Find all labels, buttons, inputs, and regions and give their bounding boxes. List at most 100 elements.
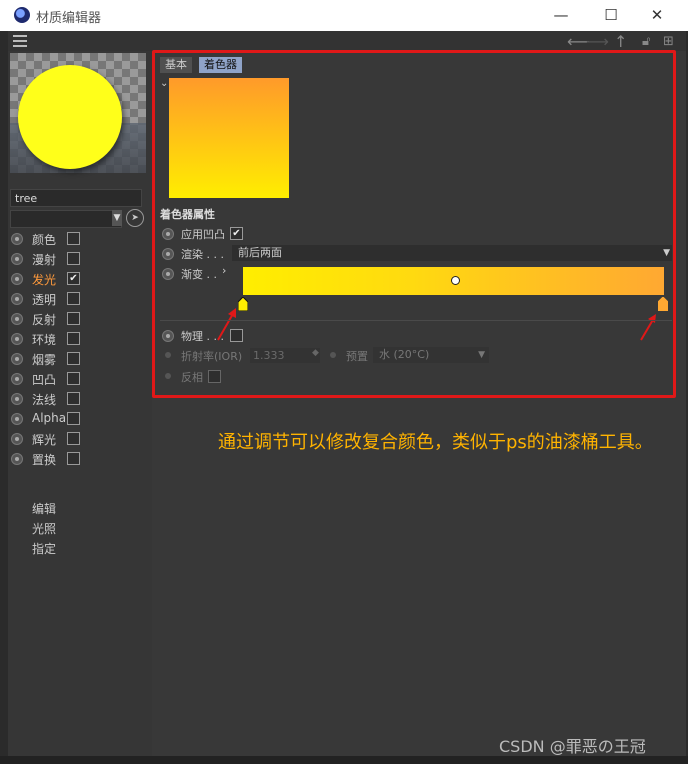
channel-item[interactable]: 凹凸 [8, 369, 152, 389]
channel-item[interactable]: 透明 [8, 289, 152, 309]
window-title: 材质编辑器 [36, 11, 102, 26]
channel-label[interactable]: 透明 [32, 291, 56, 308]
channel-checkbox[interactable] [67, 352, 80, 365]
channel-item[interactable]: 颜色 [8, 229, 152, 249]
maximize-button[interactable]: ☐ [591, 4, 631, 26]
channel-edit[interactable]: 编辑 [32, 500, 56, 517]
invert-label: 反相 [181, 371, 203, 384]
channel-item[interactable]: 辉光 [8, 429, 152, 449]
render-mode-select[interactable]: 前后两面 ▼ [232, 245, 672, 261]
gradient-expand-icon[interactable]: › [222, 264, 226, 277]
forward-arrow-icon[interactable]: ⟶ [586, 32, 609, 51]
channel-checkbox[interactable] [67, 452, 80, 465]
gradient-midpoint-handle[interactable] [451, 276, 460, 285]
preset-value: 水 (20°C) [379, 348, 430, 361]
channel-assign[interactable]: 指定 [32, 540, 56, 557]
menu-icon[interactable] [13, 35, 27, 47]
ior-label: 折射率(IOR) [181, 350, 243, 363]
channel-radio[interactable] [11, 433, 23, 445]
channel-item[interactable]: 反射 [8, 309, 152, 329]
ior-input[interactable]: 1.333 [250, 348, 320, 363]
channel-label[interactable]: 辉光 [32, 431, 56, 448]
channel-checkbox[interactable] [67, 392, 80, 405]
use-bump-animate-radio[interactable] [162, 228, 174, 240]
lock-icon[interactable]: 🔓︎ [642, 34, 650, 49]
channel-item[interactable]: 烟雾 [8, 349, 152, 369]
channel-checkbox[interactable] [67, 292, 80, 305]
ior-stepper-icon[interactable]: ◆ [312, 348, 319, 358]
chevron-down-icon: ▼ [478, 350, 485, 360]
channel-radio[interactable] [11, 253, 23, 265]
editor-toolbar: ⟵ ⟶ ↑ 🔓︎ ⊞ [8, 31, 686, 51]
channel-radio[interactable] [11, 333, 23, 345]
invert-animate-dot [165, 373, 171, 379]
gradient-animate-radio[interactable] [162, 268, 174, 280]
channel-checkbox[interactable] [67, 232, 80, 245]
channel-label[interactable]: 法线 [32, 391, 56, 408]
material-name-field[interactable]: tree [10, 189, 142, 207]
channel-checkbox[interactable] [67, 412, 80, 425]
tab-basic[interactable]: 基本 [160, 57, 192, 73]
preset-select[interactable]: 水 (20°C) ▼ [373, 347, 489, 363]
channel-label[interactable]: 漫射 [32, 251, 56, 268]
material-dropdown[interactable] [10, 210, 122, 228]
channel-checkbox[interactable] [67, 312, 80, 325]
invert-checkbox[interactable] [208, 370, 221, 383]
channel-checkbox[interactable]: ✔ [67, 272, 80, 285]
window-title-bar: 材质编辑器 — ☐ ✕ [0, 0, 688, 31]
chevron-down-icon[interactable]: ▼ [112, 210, 122, 226]
channel-label[interactable]: Alpha [32, 411, 66, 425]
channel-item[interactable]: 环境 [8, 329, 152, 349]
channel-label[interactable]: 环境 [32, 331, 56, 348]
channel-radio[interactable] [11, 353, 23, 365]
channel-illumination[interactable]: 光照 [32, 520, 56, 537]
physical-label: 物理 . . . [181, 330, 224, 343]
channel-checkbox[interactable] [67, 252, 80, 265]
ior-animate-dot [165, 352, 171, 358]
tab-shader[interactable]: 着色器 [199, 57, 242, 73]
render-animate-radio[interactable] [162, 248, 174, 260]
channel-label[interactable]: 烟雾 [32, 351, 56, 368]
cinema4d-app-icon [14, 7, 30, 23]
material-channel-panel: tree ▼ ➤ 编辑 光照 指定 颜色漫射发光 ✔ 透明反射环境烟雾凹凸法线 Alp… [8, 51, 153, 756]
physical-checkbox[interactable] [230, 329, 243, 342]
channel-radio[interactable] [11, 373, 23, 385]
channel-label[interactable]: 反射 [32, 311, 56, 328]
channel-checkbox[interactable] [67, 372, 80, 385]
channel-radio[interactable] [11, 393, 23, 405]
collapse-chevron-icon[interactable]: ⌄ [160, 78, 168, 89]
channel-radio[interactable] [11, 453, 23, 465]
channel-label[interactable]: 颜色 [32, 231, 56, 248]
minimize-button[interactable]: — [541, 4, 581, 26]
shader-preview-swatch [169, 78, 289, 198]
channel-label[interactable]: 凹凸 [32, 371, 56, 388]
channel-label[interactable]: 发光 [32, 271, 56, 288]
material-preview[interactable] [10, 53, 146, 173]
channel-checkbox[interactable] [67, 332, 80, 345]
channel-item[interactable]: 漫射 [8, 249, 152, 269]
section-title: 着色器属性 [160, 208, 215, 221]
channel-radio[interactable] [11, 233, 23, 245]
use-bump-checkbox[interactable]: ✔ [230, 227, 243, 240]
channel-item[interactable]: 置换 [8, 449, 152, 469]
gradient-label: 渐变 . . [181, 268, 217, 281]
close-button[interactable]: ✕ [637, 4, 677, 26]
physical-animate-radio[interactable] [162, 330, 174, 342]
channel-checkbox[interactable] [67, 432, 80, 445]
new-window-icon[interactable]: ⊞ [663, 34, 674, 49]
preset-animate-dot [330, 352, 336, 358]
channel-radio[interactable] [11, 313, 23, 325]
pick-cursor-icon[interactable]: ➤ [126, 209, 144, 227]
channel-item[interactable]: 发光 ✔ [8, 269, 152, 289]
gradient-knot-right[interactable] [658, 297, 668, 311]
bottom-strip [0, 756, 688, 764]
preview-sphere [18, 65, 122, 169]
channel-item[interactable]: 法线 [8, 389, 152, 409]
channel-radio[interactable] [11, 273, 23, 285]
section-divider [160, 320, 672, 321]
up-arrow-icon[interactable]: ↑ [614, 32, 627, 51]
channel-radio[interactable] [11, 293, 23, 305]
channel-radio[interactable] [11, 413, 23, 425]
channel-item[interactable]: Alpha [8, 409, 152, 429]
channel-label[interactable]: 置换 [32, 451, 56, 468]
